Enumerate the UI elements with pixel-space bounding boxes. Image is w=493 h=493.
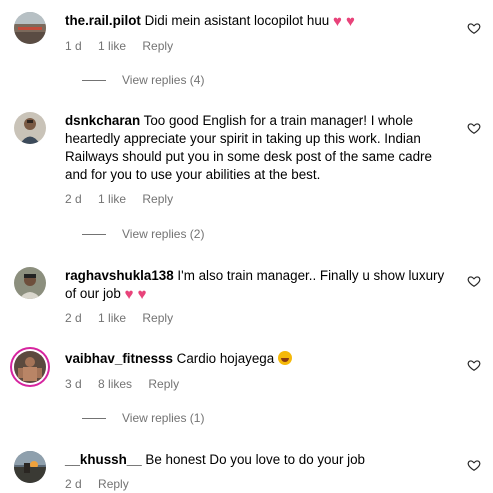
comment-text: Be honest Do you love to do your job	[145, 452, 366, 467]
comment-body: __khussh__ Be honest Do you love to do y…	[65, 451, 457, 469]
timestamp: 2 d	[65, 192, 82, 206]
pink-heart-emoji: ♥ ♥	[332, 13, 355, 30]
timestamp: 1 d	[65, 39, 82, 53]
comment-body: vaibhav_fitnesss Cardio hojayega	[65, 350, 457, 368]
laughing-emoji	[277, 351, 292, 365]
reply-button[interactable]: Reply	[142, 311, 173, 325]
heart-outline-icon[interactable]	[467, 21, 481, 35]
view-replies-button[interactable]: View replies (1)	[82, 411, 204, 425]
comment-body: raghavshukla138 I'm also train manager..…	[65, 267, 457, 303]
comment-body: dsnkcharan Too good English for a train …	[65, 112, 457, 184]
like-count[interactable]: 1 like	[98, 192, 126, 206]
username[interactable]: the.rail.pilot	[65, 13, 141, 28]
heart-outline-icon[interactable]	[467, 358, 481, 372]
comment-meta: 2 d 1 like Reply	[65, 311, 186, 325]
like-count[interactable]: 1 like	[98, 39, 126, 53]
comment-text: Cardio hojayega	[176, 351, 275, 366]
comment-body: the.rail.pilot Didi mein asistant locopi…	[65, 12, 457, 30]
comment-meta: 3 d 8 likes Reply	[65, 377, 192, 391]
avatar[interactable]	[14, 112, 46, 144]
like-count[interactable]: 1 like	[98, 311, 126, 325]
view-replies-label: View replies (2)	[122, 227, 205, 241]
comment-meta: 2 d 1 like Reply	[65, 192, 186, 206]
username[interactable]: vaibhav_fitnesss	[65, 351, 173, 366]
heart-outline-icon[interactable]	[467, 274, 481, 288]
view-replies-label: View replies (1)	[122, 411, 205, 425]
username[interactable]: __khussh__	[65, 452, 142, 467]
username[interactable]: raghavshukla138	[65, 268, 174, 283]
timestamp: 2 d	[65, 477, 82, 491]
like-count[interactable]: 8 likes	[98, 377, 132, 391]
heart-outline-icon[interactable]	[467, 121, 481, 135]
reply-button[interactable]: Reply	[98, 477, 129, 491]
timestamp: 2 d	[65, 311, 82, 325]
comment-meta: 1 d 1 like Reply	[65, 39, 186, 53]
reply-button[interactable]: Reply	[148, 377, 179, 391]
pink-heart-emoji: ♥ ♥	[124, 286, 147, 303]
view-replies-label: View replies (4)	[122, 73, 205, 87]
avatar[interactable]	[14, 451, 46, 483]
reply-button[interactable]: Reply	[142, 192, 173, 206]
view-replies-button[interactable]: View replies (4)	[82, 73, 204, 87]
comment-meta: 2 d Reply	[65, 477, 142, 491]
replies-divider	[82, 418, 106, 420]
replies-divider	[82, 234, 106, 236]
avatar[interactable]	[14, 351, 46, 383]
view-replies-button[interactable]: View replies (2)	[82, 227, 204, 241]
heart-outline-icon[interactable]	[467, 458, 481, 472]
comment-text: Didi mein asistant locopilot huu	[144, 13, 330, 28]
username[interactable]: dsnkcharan	[65, 113, 140, 128]
replies-divider	[82, 80, 106, 82]
avatar[interactable]	[14, 12, 46, 44]
avatar[interactable]	[14, 267, 46, 299]
reply-button[interactable]: Reply	[142, 39, 173, 53]
timestamp: 3 d	[65, 377, 82, 391]
